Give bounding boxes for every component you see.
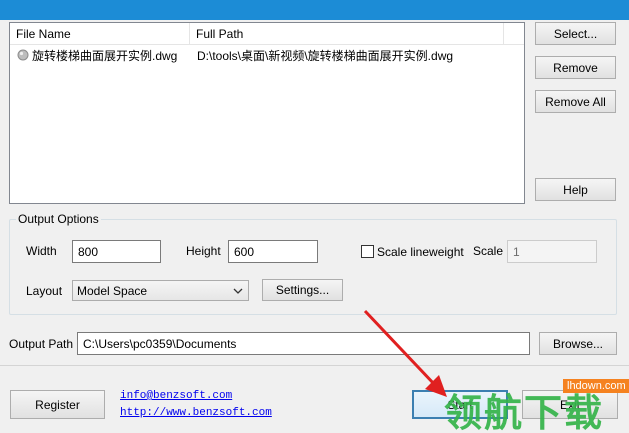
window-titlebar <box>0 0 629 20</box>
output-options-title: Output Options <box>16 212 101 226</box>
remove-all-button[interactable]: Remove All <box>535 90 616 113</box>
file-list-header: File Name Full Path <box>10 23 524 45</box>
layout-selected-value: Model Space <box>77 283 148 298</box>
file-path-cell: D:\tools\桌面\新视频\旋转楼梯曲面展开实例.dwg <box>197 48 454 63</box>
watermark-logo-text: 领航下载 <box>444 391 605 433</box>
register-button[interactable]: Register <box>10 390 105 419</box>
column-header-label: File Name <box>16 27 71 41</box>
output-path-label: Output Path <box>9 337 74 351</box>
column-header-label: Full Path <box>196 27 244 41</box>
list-item[interactable]: 旋转楼梯曲面展开实例.dwg D:\tools\桌面\新视频\旋转楼梯曲面展开实… <box>10 46 524 64</box>
settings-button[interactable]: Settings... <box>262 279 343 301</box>
width-label: Width <box>26 244 57 258</box>
select-button[interactable]: Select... <box>535 22 616 45</box>
width-input[interactable]: 800 <box>72 240 161 263</box>
scale-label: Scale <box>473 244 504 258</box>
height-input[interactable]: 600 <box>228 240 318 263</box>
scale-lineweight-checkbox[interactable] <box>361 245 374 258</box>
file-list[interactable]: File Name Full Path 旋转楼梯曲面展开实例.dwg D:\to… <box>9 22 525 204</box>
height-label: Height <box>186 244 221 258</box>
remove-button[interactable]: Remove <box>535 56 616 79</box>
column-header-full-path[interactable]: Full Path <box>190 23 504 45</box>
scale-input: 1 <box>507 240 597 263</box>
footer-divider <box>0 365 629 366</box>
browse-button[interactable]: Browse... <box>539 332 617 355</box>
scale-lineweight-label[interactable]: Scale lineweight <box>377 245 464 259</box>
file-status-icon <box>17 46 29 64</box>
layout-dropdown[interactable]: Model Space <box>72 280 249 301</box>
file-name-cell: 旋转楼梯曲面展开实例.dwg <box>32 48 178 63</box>
layout-label: Layout <box>26 284 63 298</box>
help-button[interactable]: Help <box>535 178 616 201</box>
chevron-down-icon <box>233 285 243 299</box>
email-link[interactable]: info@benzsoft.com <box>120 390 232 402</box>
website-link[interactable]: http://www.benzsoft.com <box>120 407 272 419</box>
column-header-file-name[interactable]: File Name <box>10 23 190 45</box>
